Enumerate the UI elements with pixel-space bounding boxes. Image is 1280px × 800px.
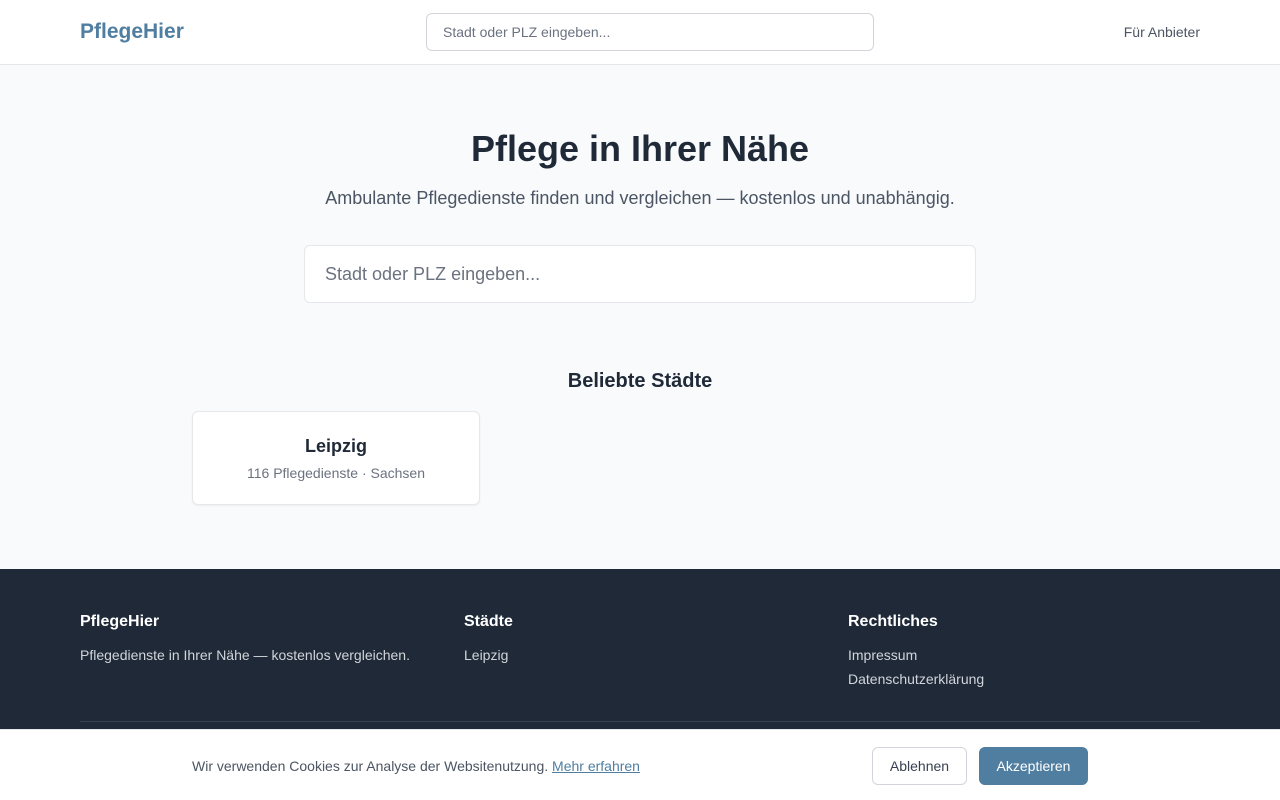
cookie-reject-button[interactable]: Ablehnen: [872, 747, 967, 785]
site-logo[interactable]: PflegeHier: [80, 20, 184, 44]
cookie-text-wrapper: Wir verwenden Cookies zur Analyse der We…: [192, 758, 640, 774]
hero-search-input[interactable]: [304, 245, 976, 303]
footer-legal-column: Rechtliches Impressum Datenschutzerkläru…: [848, 613, 984, 695]
cookie-text: Wir verwenden Cookies zur Analyse der We…: [192, 758, 549, 774]
city-meta: 116 Pflegedienste · Sachsen: [247, 465, 425, 481]
provider-link[interactable]: Für Anbieter: [1124, 24, 1200, 40]
cookie-more-link[interactable]: Mehr erfahren: [552, 758, 640, 774]
cookie-banner: Wir verwenden Cookies zur Analyse der We…: [0, 729, 1280, 800]
cookie-accept-button[interactable]: Akzeptieren: [979, 747, 1088, 785]
hero-title: Pflege in Ihrer Nähe: [470, 128, 810, 169]
footer-divider: [80, 721, 1200, 722]
footer-cities-column: Städte Leipzig: [464, 613, 513, 671]
header-search-input[interactable]: [426, 13, 874, 51]
footer-brand-title: PflegeHier: [80, 613, 160, 630]
city-name: Leipzig: [305, 436, 367, 456]
hero-subtitle: Ambulante Pflegedienste finden und vergl…: [325, 188, 955, 208]
footer-link-leipzig[interactable]: Leipzig: [464, 647, 513, 663]
footer-link-impressum[interactable]: Impressum: [848, 647, 984, 663]
site-header: PflegeHier Für Anbieter: [0, 0, 1280, 65]
footer-cities-title: Städte: [464, 613, 513, 630]
footer-brand-text: Pflegedienste in Ihrer Nähe — kostenlos …: [80, 647, 410, 663]
popular-cities-title: Beliebte Städte: [567, 370, 713, 392]
footer-brand-column: PflegeHier Pflegedienste in Ihrer Nähe —…: [80, 613, 410, 671]
footer-legal-title: Rechtliches: [848, 613, 938, 630]
city-card-leipzig[interactable]: Leipzig 116 Pflegedienste · Sachsen: [192, 411, 480, 505]
footer-link-datenschutz[interactable]: Datenschutzerklärung: [848, 671, 984, 687]
